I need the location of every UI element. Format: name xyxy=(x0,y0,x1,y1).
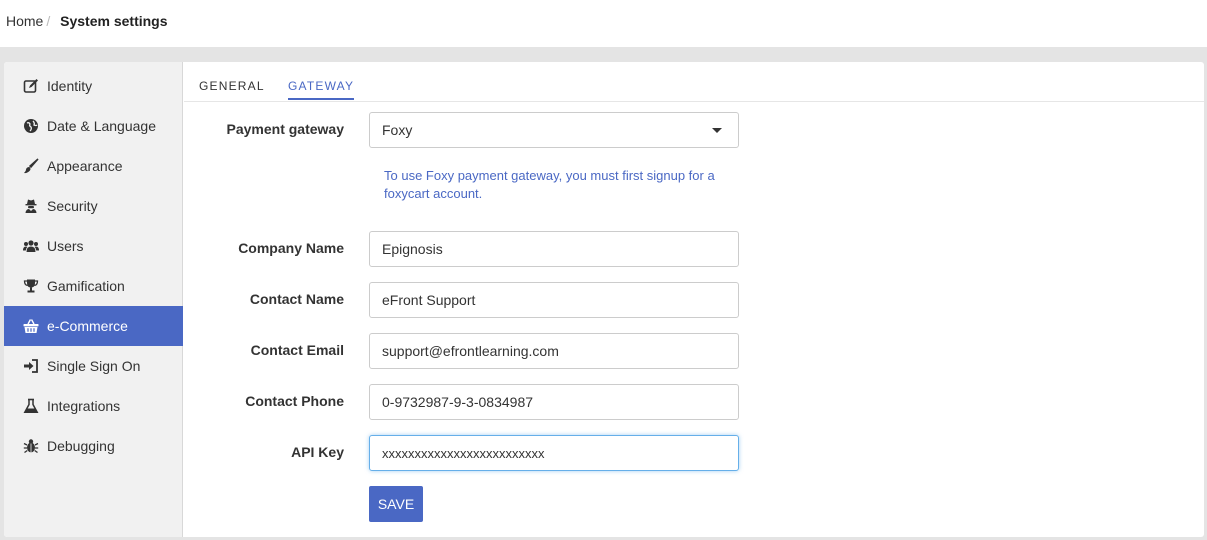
sidebar-item-integrations[interactable]: Integrations xyxy=(4,386,183,426)
sidebar-item-label: Date & Language xyxy=(47,118,156,134)
sign-in-icon xyxy=(22,357,40,375)
flask-icon xyxy=(22,397,40,415)
save-button[interactable]: SAVE xyxy=(369,486,423,522)
bug-icon xyxy=(22,437,40,455)
sidebar-item-single-sign-on[interactable]: Single Sign On xyxy=(4,346,183,386)
payment-gateway-help-text: To use Foxy payment gateway, you must fi… xyxy=(384,168,715,201)
basket-icon xyxy=(22,317,40,335)
sidebar-item-identity[interactable]: Identity xyxy=(4,66,183,106)
sidebar-item-label: Integrations xyxy=(47,398,121,414)
contact-phone-input[interactable]: 0-9732987-9-3-0834987 xyxy=(369,384,739,420)
company-name-input[interactable]: Epignosis xyxy=(369,231,739,267)
settings-content: GENERAL GATEWAY Payment gateway Foxy To … xyxy=(184,62,1204,537)
trophy-icon xyxy=(22,277,40,295)
sidebar-item-label: Appearance xyxy=(47,158,123,174)
sidebar-item-label: Gamification xyxy=(47,278,125,294)
edit-icon xyxy=(22,77,40,95)
sidebar-item-debugging[interactable]: Debugging xyxy=(4,426,183,466)
api-key-input[interactable]: xxxxxxxxxxxxxxxxxxxxxxxxx xyxy=(369,435,739,471)
sidebar-item-users[interactable]: Users xyxy=(4,226,183,266)
contact-name-label: Contact Name xyxy=(249,291,344,307)
sidebar-item-label: Identity xyxy=(47,78,93,94)
sidebar-item-label: Single Sign On xyxy=(47,358,141,374)
sidebar-item-appearance[interactable]: Appearance xyxy=(4,146,183,186)
contact-phone-label: Contact Phone xyxy=(245,393,344,409)
users-icon xyxy=(22,237,40,255)
page-title: System settings xyxy=(60,13,168,29)
breadcrumb-home-link[interactable]: Home xyxy=(6,13,43,29)
payment-gateway-select[interactable]: Foxy xyxy=(369,112,739,148)
settings-sidebar: Identity Date & Language Appearance Secu… xyxy=(4,62,183,537)
top-bar: Home / System settings xyxy=(0,0,1207,47)
settings-panel: Identity Date & Language Appearance Secu… xyxy=(4,62,1204,537)
sidebar-item-e-commerce[interactable]: e-Commerce xyxy=(4,306,183,346)
payment-gateway-label: Payment gateway xyxy=(226,121,345,137)
breadcrumb-separator: / xyxy=(46,13,51,29)
brush-icon xyxy=(22,157,40,175)
tab-general[interactable]: GENERAL xyxy=(199,79,265,98)
settings-tabs: GENERAL GATEWAY xyxy=(184,62,1204,102)
tab-gateway[interactable]: GATEWAY xyxy=(288,79,355,100)
contact-email-input[interactable]: support@efrontlearning.com xyxy=(369,333,739,369)
user-secret-icon xyxy=(22,197,40,215)
api-key-label: API Key xyxy=(291,444,344,460)
globe-icon xyxy=(22,117,40,135)
company-name-label: Company Name xyxy=(238,240,344,256)
breadcrumb: Home / System settings xyxy=(6,13,168,29)
sidebar-item-gamification[interactable]: Gamification xyxy=(4,266,183,306)
sidebar-item-date-language[interactable]: Date & Language xyxy=(4,106,183,146)
contact-name-input[interactable]: eFront Support xyxy=(369,282,739,318)
chevron-down-icon xyxy=(712,127,722,133)
sidebar-item-label: Debugging xyxy=(47,438,115,454)
sidebar-item-label: Users xyxy=(47,238,84,254)
contact-email-label: Contact Email xyxy=(250,342,344,358)
payment-gateway-value: Foxy xyxy=(382,122,413,138)
sidebar-item-security[interactable]: Security xyxy=(4,186,183,226)
sidebar-item-label: Security xyxy=(47,198,98,214)
sidebar-item-label: e-Commerce xyxy=(47,318,128,334)
